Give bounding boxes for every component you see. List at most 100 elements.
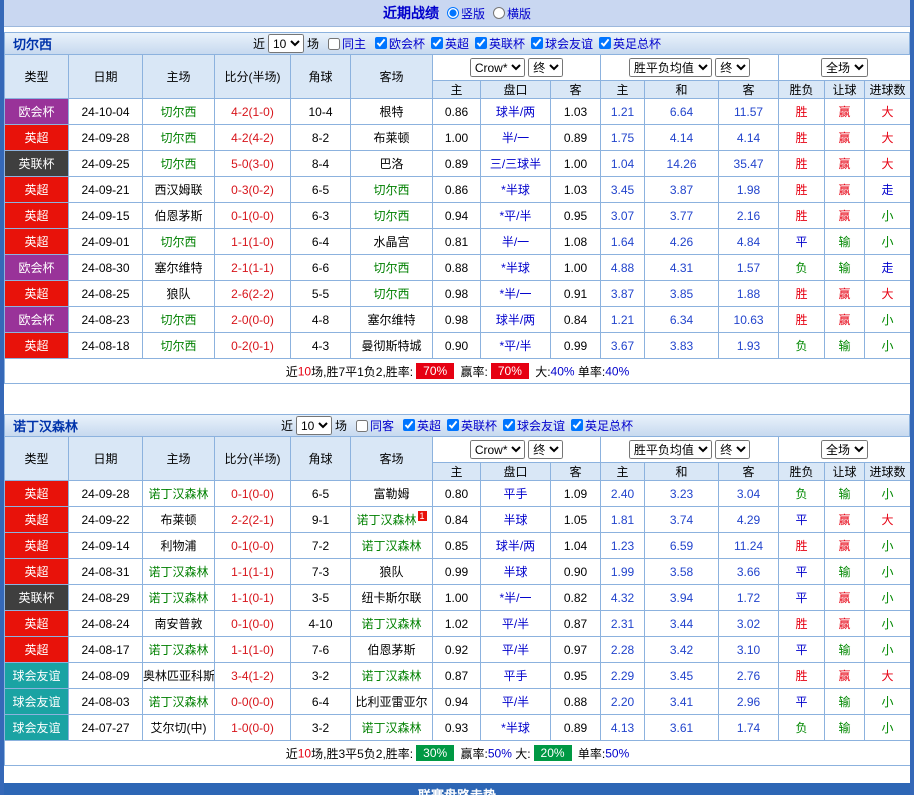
avg-away-cell: 35.47 — [719, 151, 779, 177]
avg-away-cell: 1.88 — [719, 281, 779, 307]
league-checkbox[interactable] — [599, 37, 611, 49]
league-filter[interactable]: 英联杯 — [447, 417, 497, 434]
handicap-cell: 平手 — [481, 663, 551, 689]
avg-home-cell: 1.64 — [601, 229, 645, 255]
avg-draw-cell: 3.94 — [645, 585, 719, 611]
match-row: 英超 24-09-28 诺丁汉森林 0-1(0-0) 6-5 富勒姆 0.80 … — [5, 481, 911, 507]
col-away: 客场 — [351, 437, 433, 481]
date-cell: 24-08-24 — [69, 611, 143, 637]
match-row: 英超 24-09-22 布莱顿 2-2(2-1) 9-1 诺丁汉森林1 0.84… — [5, 507, 911, 533]
result-cell: 负 — [779, 715, 825, 741]
league-checkbox[interactable] — [571, 419, 583, 431]
near-label: 近 — [281, 417, 293, 434]
away-odds-cell: 0.97 — [551, 637, 601, 663]
col-avg-draw: 和 — [645, 81, 719, 99]
score-cell: 1-1(1-1) — [215, 559, 291, 585]
result-cell: 负 — [779, 333, 825, 359]
handicap-result-cell: 输 — [825, 637, 865, 663]
league-checkbox[interactable] — [531, 37, 543, 49]
league-type-badge: 欧会杯 — [5, 255, 69, 281]
league-checkbox[interactable] — [447, 419, 459, 431]
avg-away-cell: 11.24 — [719, 533, 779, 559]
league-filter[interactable]: 球会友谊 — [531, 35, 593, 52]
result-cell: 平 — [779, 689, 825, 715]
avg-type-select[interactable]: 胜平负均值 — [629, 440, 712, 459]
corners-cell: 6-4 — [291, 689, 351, 715]
avg-away-cell: 1.98 — [719, 177, 779, 203]
summary-row: 近10场,胜3平5负2,胜率:30% 赢率:50% 大:20% 单率:50% — [5, 741, 911, 766]
home-odds-cell: 0.98 — [433, 281, 481, 307]
view-vertical-option[interactable]: 竖版 — [447, 5, 485, 22]
league-filter[interactable]: 英超 — [431, 35, 469, 52]
handicap-cell: 平手 — [481, 481, 551, 507]
league-filter[interactable]: 英超 — [403, 417, 441, 434]
score-cell: 3-4(1-2) — [215, 663, 291, 689]
odds-company-select[interactable]: Crow* — [470, 58, 525, 77]
league-filter[interactable]: 英足总杯 — [599, 35, 661, 52]
avg-away-cell: 1.93 — [719, 333, 779, 359]
league-filters: 欧会杯英超英联杯球会友谊英足总杯 — [369, 35, 661, 53]
handicap-result-cell: 输 — [825, 229, 865, 255]
corners-cell: 6-5 — [291, 177, 351, 203]
avg-draw-cell: 3.74 — [645, 507, 719, 533]
summary-cell: 近10场,胜7平1负2,胜率:70% 赢率:70% 大:40% 单率:40% — [5, 359, 911, 384]
odds-final-select[interactable]: 终 — [528, 440, 563, 459]
away-odds-cell: 1.09 — [551, 481, 601, 507]
result-cell: 平 — [779, 507, 825, 533]
result-cell: 胜 — [779, 281, 825, 307]
avg-away-cell: 1.72 — [719, 585, 779, 611]
league-checkbox[interactable] — [503, 419, 515, 431]
date-cell: 24-08-09 — [69, 663, 143, 689]
date-cell: 24-08-30 — [69, 255, 143, 281]
away-team-cell: 切尔西 — [351, 177, 433, 203]
avg-type-select[interactable]: 胜平负均值 — [629, 58, 712, 77]
match-count-select[interactable]: 10 — [296, 416, 332, 435]
avg-draw-cell: 6.34 — [645, 307, 719, 333]
odds-company-select[interactable]: Crow* — [470, 440, 525, 459]
same-side-filter[interactable]: 同主 — [328, 35, 366, 52]
odds-final-select[interactable]: 终 — [528, 58, 563, 77]
corners-cell: 3-2 — [291, 715, 351, 741]
avg-final-select[interactable]: 终 — [715, 440, 750, 459]
league-checkbox[interactable] — [475, 37, 487, 49]
league-filter[interactable]: 英足总杯 — [571, 417, 633, 434]
summary-segment: 70% — [416, 363, 454, 379]
away-team-cell: 塞尔维特 — [351, 307, 433, 333]
away-team-cell: 比利亚雷亚尔 — [351, 689, 433, 715]
same-side-filter[interactable]: 同客 — [356, 417, 394, 434]
league-filter[interactable]: 球会友谊 — [503, 417, 565, 434]
view-horizontal-radio[interactable] — [493, 7, 505, 19]
home-odds-cell: 1.02 — [433, 611, 481, 637]
col-corner: 角球 — [291, 437, 351, 481]
summary-segment: 50% — [605, 746, 629, 760]
view-horizontal-option[interactable]: 横版 — [493, 5, 531, 22]
date-cell: 24-10-04 — [69, 99, 143, 125]
score-cell: 0-1(0-0) — [215, 481, 291, 507]
match-count-select[interactable]: 10 — [268, 34, 304, 53]
league-filter[interactable]: 欧会杯 — [375, 35, 425, 52]
handicap-result-cell: 赢 — [825, 151, 865, 177]
league-checkbox[interactable] — [375, 37, 387, 49]
home-odds-cell: 0.85 — [433, 533, 481, 559]
view-vertical-radio[interactable] — [447, 7, 459, 19]
league-filter[interactable]: 英联杯 — [475, 35, 525, 52]
same-side-checkbox[interactable] — [328, 38, 340, 50]
avg-final-select[interactable]: 终 — [715, 58, 750, 77]
league-type-badge: 英超 — [5, 611, 69, 637]
avg-home-cell: 1.81 — [601, 507, 645, 533]
handicap-cell: *半球 — [481, 715, 551, 741]
result-cell: 负 — [779, 481, 825, 507]
scope-select[interactable]: 全场 — [821, 58, 868, 77]
league-checkbox[interactable] — [403, 419, 415, 431]
avg-home-cell: 2.28 — [601, 637, 645, 663]
away-team-cell: 曼彻斯特城 — [351, 333, 433, 359]
avg-home-cell: 1.23 — [601, 533, 645, 559]
match-row: 英超 24-08-24 南安普敦 0-1(0-0) 4-10 诺丁汉森林 1.0… — [5, 611, 911, 637]
handicap-result-cell: 赢 — [825, 203, 865, 229]
handicap-result-cell: 赢 — [825, 307, 865, 333]
same-side-checkbox[interactable] — [356, 420, 368, 432]
avg-away-cell: 3.02 — [719, 611, 779, 637]
league-checkbox[interactable] — [431, 37, 443, 49]
scope-select[interactable]: 全场 — [821, 440, 868, 459]
away-team-cell: 诺丁汉森林 — [351, 663, 433, 689]
